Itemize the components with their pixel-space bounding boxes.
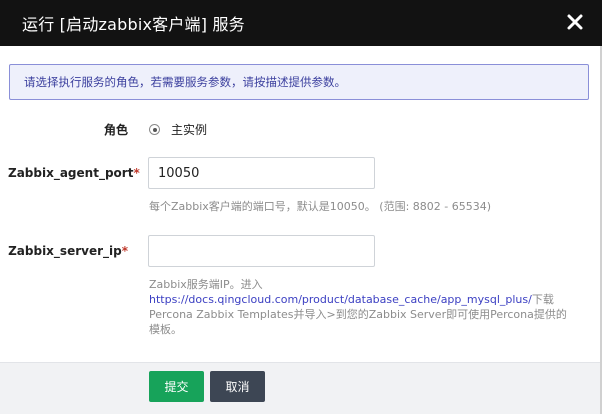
- agent-port-label: Zabbix_agent_port*: [8, 166, 140, 180]
- modal-footer: [0, 362, 602, 414]
- modal-title: 运行 [启动zabbix客户端] 服务: [22, 15, 245, 34]
- cancel-button[interactable]: 取消: [210, 371, 265, 402]
- server-ip-help-line2: https://docs.qingcloud.com/product/datab…: [149, 292, 589, 307]
- required-asterisk: *: [121, 244, 128, 258]
- agent-port-help: 每个Zabbix客户端的端口号，默认是10050。 (范围: 8802 - 65…: [149, 200, 492, 213]
- server-ip-help: Zabbix服务端IP。进入 https://docs.qingcloud.co…: [149, 277, 589, 337]
- server-ip-help-line4: 模板。: [149, 323, 182, 336]
- info-notice-text: 请选择执行服务的角色，若需要服务参数，请按描述提供参数。: [24, 75, 346, 89]
- role-option-label: 主实例: [171, 123, 208, 137]
- agent-port-label-text: Zabbix_agent_port: [8, 166, 134, 180]
- server-ip-label: Zabbix_server_ip*: [8, 244, 128, 258]
- radio-selected-icon[interactable]: [149, 124, 160, 135]
- submit-button[interactable]: 提交: [149, 371, 204, 402]
- help-download-text: 下载: [531, 293, 554, 306]
- role-label: 角色: [103, 123, 128, 137]
- info-notice: 请选择执行服务的角色，若需要服务参数，请按描述提供参数。: [9, 64, 589, 100]
- required-asterisk: *: [133, 166, 140, 180]
- server-ip-help-line1: Zabbix服务端IP。进入: [149, 278, 263, 291]
- docs-link[interactable]: https://docs.qingcloud.com/product/datab…: [149, 293, 532, 306]
- close-icon[interactable]: [564, 11, 586, 33]
- modal-header: 运行 [启动zabbix客户端] 服务: [0, 0, 602, 46]
- server-ip-input[interactable]: [148, 235, 375, 267]
- server-ip-label-text: Zabbix_server_ip: [8, 244, 122, 258]
- role-radio-primary[interactable]: 主实例: [149, 121, 207, 138]
- server-ip-help-line3: Percona Zabbix Templates并导入>到您的Zabbix Se…: [149, 308, 567, 321]
- agent-port-input[interactable]: [148, 157, 375, 189]
